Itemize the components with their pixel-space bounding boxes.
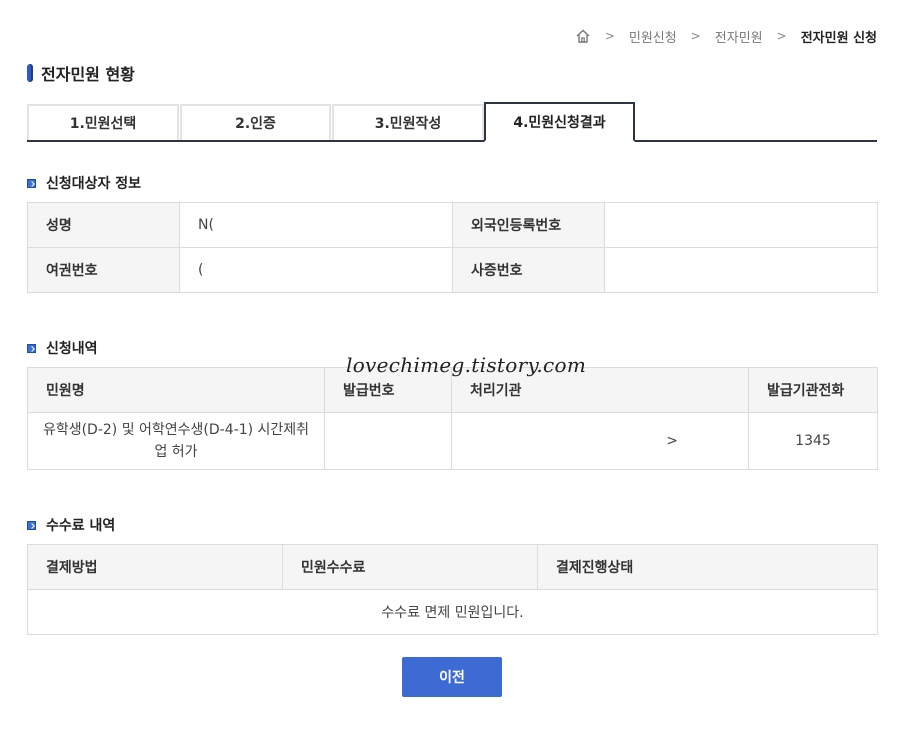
page-title-wrap: 전자민원 현황 (27, 63, 135, 84)
name-value: N( (179, 202, 453, 248)
table-row: 성명 N( 외국인등록번호 (27, 202, 878, 248)
petition-name-cell: 유학생(D-2) 및 어학연수생(D-4-1) 시간제취업 허가 (27, 412, 325, 470)
chevron-right-icon: > (776, 29, 787, 43)
fee-table: 결제방법 민원수수료 결제진행상태 수수료 면제 민원입니다. (27, 544, 878, 635)
issue-number-cell (324, 412, 452, 470)
chevron-right-icon: > (604, 29, 615, 43)
table-row: 수수료 면제 민원입니다. (27, 589, 878, 635)
tab-authentication[interactable]: 2.인증 (180, 104, 331, 140)
application-table: 민원명 발급번호 처리기관 발급기관전화 유학생(D-2) 및 어학연수생(D-… (27, 367, 878, 470)
business-label: 사증번호 (452, 247, 605, 293)
home-icon[interactable] (575, 28, 591, 44)
column-header: 결제방법 (27, 544, 283, 590)
breadcrumb-item-e-petition[interactable]: 전자민원 (715, 27, 763, 46)
watermark-text: lovechimeg.tistory.com (346, 353, 587, 377)
column-header: 민원수수료 (282, 544, 538, 590)
arrow-bullet-icon (27, 520, 36, 530)
section-applicant-info: 신청대상자 정보 (27, 174, 141, 192)
step-tabs: 1.민원선택 2.인증 3.민원작성 4.민원신청결과 (27, 102, 877, 142)
breadcrumb-item-apply[interactable]: 민원신청 (629, 27, 677, 46)
table-row: 유학생(D-2) 및 어학연수생(D-4-1) 시간제취업 허가 > 1345 (27, 412, 878, 470)
table-header-row: 결제방법 민원수수료 결제진행상태 (27, 544, 878, 590)
passport-value: ( (179, 247, 453, 293)
applicant-table: 성명 N( 외국인등록번호 여권번호 ( 사증번호 (27, 202, 878, 293)
page-title: 전자민원 현황 (41, 65, 135, 84)
name-label: 성명 (27, 202, 180, 248)
tab-result[interactable]: 4.민원신청결과 (484, 102, 635, 142)
section-fee: 수수료 내역 (27, 516, 115, 534)
section-title: 수수료 내역 (46, 518, 116, 534)
phone-cell: 1345 (748, 412, 878, 470)
tab-select-petition[interactable]: 1.민원선택 (27, 104, 179, 140)
fee-exempt-message: 수수료 면제 민원입니다. (27, 589, 878, 635)
alien-reg-value (604, 202, 878, 248)
previous-button[interactable]: 이전 (402, 657, 502, 697)
section-title: 신청내역 (46, 341, 98, 357)
business-value (604, 247, 878, 293)
table-row: 여권번호 ( 사증번호 (27, 247, 878, 293)
breadcrumb: > 민원신청 > 전자민원 > 전자민원 신청 (575, 26, 877, 46)
passport-label: 여권번호 (27, 247, 180, 293)
column-header: 발급기관전화 (748, 367, 878, 413)
tab-write-petition[interactable]: 3.민원작성 (332, 104, 484, 140)
alien-reg-label: 외국인등록번호 (452, 202, 605, 248)
section-application: 신청내역 (27, 339, 98, 357)
arrow-bullet-icon (27, 178, 36, 188)
agency-cell: > (451, 412, 749, 470)
chevron-right-icon: > (690, 29, 701, 43)
arrow-bullet-icon (27, 343, 36, 353)
title-bar-icon (27, 64, 33, 82)
column-header: 결제진행상태 (537, 544, 878, 590)
breadcrumb-current: 전자민원 신청 (800, 30, 877, 46)
section-title: 신청대상자 정보 (46, 176, 142, 192)
column-header: 민원명 (27, 367, 325, 413)
